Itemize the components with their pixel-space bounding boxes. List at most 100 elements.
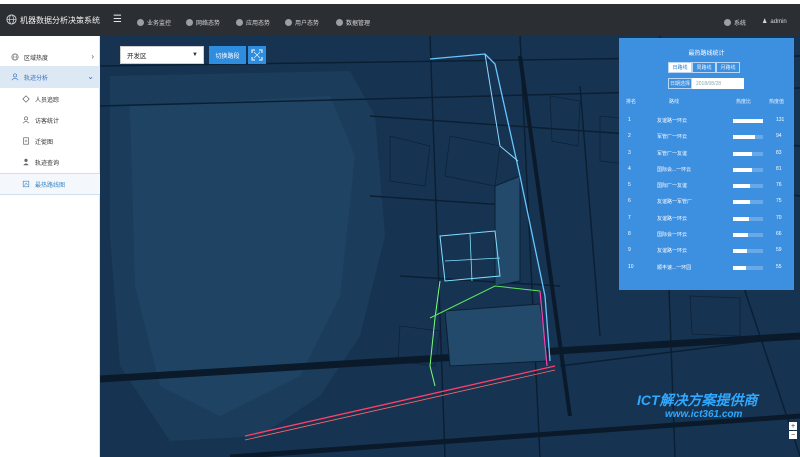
heat-ratio-bar xyxy=(733,184,763,189)
heat-ratio-fill xyxy=(733,119,763,123)
table-row[interactable]: 9 友谊路一环云 59 xyxy=(619,243,794,259)
watermark-url: www.ict361.com xyxy=(665,409,743,420)
route-cell: 军管厂一环云 xyxy=(657,134,688,141)
value-cell: 76 xyxy=(776,182,782,189)
diamond-icon xyxy=(22,95,30,103)
route-icon xyxy=(22,180,30,188)
value-cell: 66 xyxy=(776,231,782,238)
sidebar-item-hottest-routes[interactable]: 最热路线图 xyxy=(0,173,100,195)
district-select[interactable]: 开发区 ▼ xyxy=(120,46,204,64)
rank-cell: 7 xyxy=(628,214,631,221)
route-cell: 国际厂一友谊 xyxy=(657,183,688,190)
hamburger-menu-icon[interactable]: ☰ xyxy=(113,14,122,25)
tab-daily[interactable]: 日路线 xyxy=(668,62,692,73)
nav-data-management[interactable]: 数据管理 xyxy=(336,18,370,27)
value-cell: 81 xyxy=(776,165,782,172)
monitor-icon xyxy=(137,19,144,26)
heat-ratio-bar xyxy=(733,119,763,123)
heat-ratio-fill xyxy=(733,216,749,221)
rank-cell: 1 xyxy=(628,117,631,123)
table-row[interactable]: 8 国际会一环云 66 xyxy=(619,227,794,243)
heat-ratio-fill xyxy=(733,167,752,172)
date-picker[interactable]: 日期选择 2018/08/28 xyxy=(668,78,744,89)
panel-title: 最热路线统计 xyxy=(688,51,725,57)
sidebar-item-trajectory-query[interactable]: 轨迹查询 xyxy=(0,151,100,173)
header-ratio: 热度比 xyxy=(736,99,752,105)
table-row[interactable]: 7 友谊路一环云 70 xyxy=(619,211,794,227)
database-icon xyxy=(336,19,343,26)
system-label: 系统 xyxy=(734,21,747,27)
switch-route-button[interactable]: 切换路段 xyxy=(209,46,246,64)
table-row[interactable]: 3 军管厂一友谊 83 xyxy=(619,146,794,162)
heat-ratio-bar xyxy=(733,233,763,238)
sidebar-item-visitor-stats[interactable]: 访客统计 xyxy=(0,109,100,131)
user-search-icon xyxy=(23,158,29,166)
table-row[interactable]: 6 友谊路一军管厂 75 xyxy=(619,194,794,210)
system-menu[interactable]: 系统 xyxy=(724,18,746,27)
district-value: 开发区 xyxy=(127,53,147,60)
heat-ratio-bar xyxy=(733,249,763,254)
people-icon xyxy=(11,73,19,81)
sidebar-group-trajectory[interactable]: 轨迹分析 ⌄ xyxy=(0,66,100,88)
sidebar-item-migration-map[interactable]: 迁徙图 xyxy=(0,130,100,152)
heat-ratio-fill xyxy=(733,151,752,156)
table-row[interactable]: 10 顺丰速...一环园 55 xyxy=(619,260,794,276)
network-icon xyxy=(186,19,193,26)
value-cell: 83 xyxy=(776,149,782,156)
sidebar-item-label: 人员追踪 xyxy=(35,97,60,104)
heat-ratio-fill xyxy=(733,233,748,238)
sidebar-group-label: 轨迹分析 xyxy=(24,75,49,82)
tab-weekly[interactable]: 周路线 xyxy=(692,62,716,73)
heat-ratio-bar xyxy=(733,216,763,221)
rank-cell: 4 xyxy=(628,165,631,172)
user-icon xyxy=(285,19,292,26)
sidebar-item-label: 迁徙图 xyxy=(35,139,54,146)
route-cell: 友谊路一环云 xyxy=(657,248,688,255)
heat-ratio-fill xyxy=(733,265,746,270)
fullscreen-button[interactable] xyxy=(248,46,266,64)
zoom-in-button[interactable]: + xyxy=(789,422,797,430)
tab-monthly[interactable]: 月路线 xyxy=(716,62,740,73)
value-cell: 75 xyxy=(776,198,782,205)
heat-ratio-fill xyxy=(733,135,755,140)
sidebar-item-person-tracking[interactable]: 人员追踪 xyxy=(0,88,100,110)
heat-ratio-bar xyxy=(733,135,763,140)
route-cell: 友谊路一军管厂 xyxy=(657,199,693,206)
zoom-out-button[interactable]: − xyxy=(789,431,797,439)
rank-cell: 6 xyxy=(628,198,631,205)
value-cell: 94 xyxy=(776,133,782,140)
table-row[interactable]: 2 军管厂一环云 94 xyxy=(619,129,794,145)
nav-network-status[interactable]: 网络态势 xyxy=(186,18,220,27)
gear-icon xyxy=(724,19,731,26)
nav-app-status[interactable]: 应用态势 xyxy=(236,18,270,27)
table-row[interactable]: 5 国际厂一友谊 76 xyxy=(619,178,794,194)
value-cell: 55 xyxy=(776,263,782,270)
chevron-down-icon: ⌄ xyxy=(87,72,94,81)
rank-cell: 2 xyxy=(628,133,631,140)
heat-ratio-bar xyxy=(733,265,763,270)
route-cell: 友谊路一环云 xyxy=(657,118,688,124)
person-icon xyxy=(22,116,30,124)
rank-cell: 10 xyxy=(628,263,634,270)
nav-label: 应用态势 xyxy=(246,21,271,27)
user-menu[interactable]: ♟ admin xyxy=(762,18,787,26)
app-title: 机器数据分析决策系统 xyxy=(20,16,100,25)
heat-ratio-fill xyxy=(733,200,751,205)
heat-ratio-bar xyxy=(733,167,763,172)
value-cell: 59 xyxy=(776,247,782,254)
rank-cell: 5 xyxy=(628,182,631,189)
date-input[interactable]: 2018/08/28 xyxy=(692,78,744,89)
table-row[interactable]: 1 友谊路一环云 131 xyxy=(619,113,794,129)
watermark: ICT解决方案提供商 xyxy=(637,392,758,408)
table-row[interactable]: 4 国际会...一环云 81 xyxy=(619,162,794,178)
nav-business-monitor[interactable]: 业务监控 xyxy=(137,18,171,27)
nav-label: 用户态势 xyxy=(295,21,320,27)
period-tabs: 日路线 周路线 月路线 xyxy=(668,62,740,73)
routes-table: 1 友谊路一环云 131 2 军管厂一环云 94 3 军管厂一友谊 83 4 国际会...一环云 81… xyxy=(619,113,794,276)
sidebar-group-area-heat[interactable]: 区域热度 › xyxy=(0,46,100,68)
heat-ratio-bar xyxy=(733,200,763,205)
caret-down-icon: ▼ xyxy=(192,52,198,58)
heat-ratio-fill xyxy=(733,249,747,254)
sidebar-group-label: 区域热度 xyxy=(24,55,49,62)
nav-user-status[interactable]: 用户态势 xyxy=(285,18,319,27)
